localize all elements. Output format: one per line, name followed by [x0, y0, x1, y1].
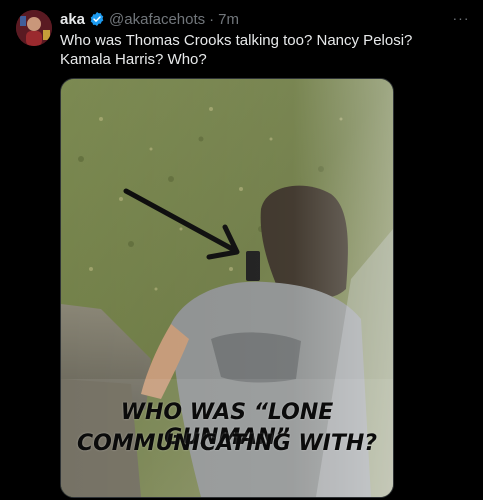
tweet-text: Who was Thomas Crooks talking too? Nancy… — [60, 32, 413, 68]
tweet-media-image[interactable]: WHO WAS “LONE GUNMAN” COMMUNICATING WITH… — [60, 78, 394, 498]
avatar[interactable] — [16, 10, 52, 46]
handle[interactable]: @akafacehots — [109, 11, 205, 28]
timestamp[interactable]: 7m — [218, 11, 239, 28]
verified-badge-icon — [89, 11, 105, 27]
media-caption-line-2: COMMUNICATING WITH? — [76, 431, 378, 456]
more-options-icon[interactable]: ··· — [451, 8, 471, 28]
tweet-header: aka @akafacehots · 7m — [60, 9, 239, 29]
display-name[interactable]: aka — [60, 11, 85, 28]
separator-dot: · — [209, 10, 215, 28]
tweet[interactable]: aka @akafacehots · 7m ··· Who was Thomas… — [0, 0, 483, 500]
